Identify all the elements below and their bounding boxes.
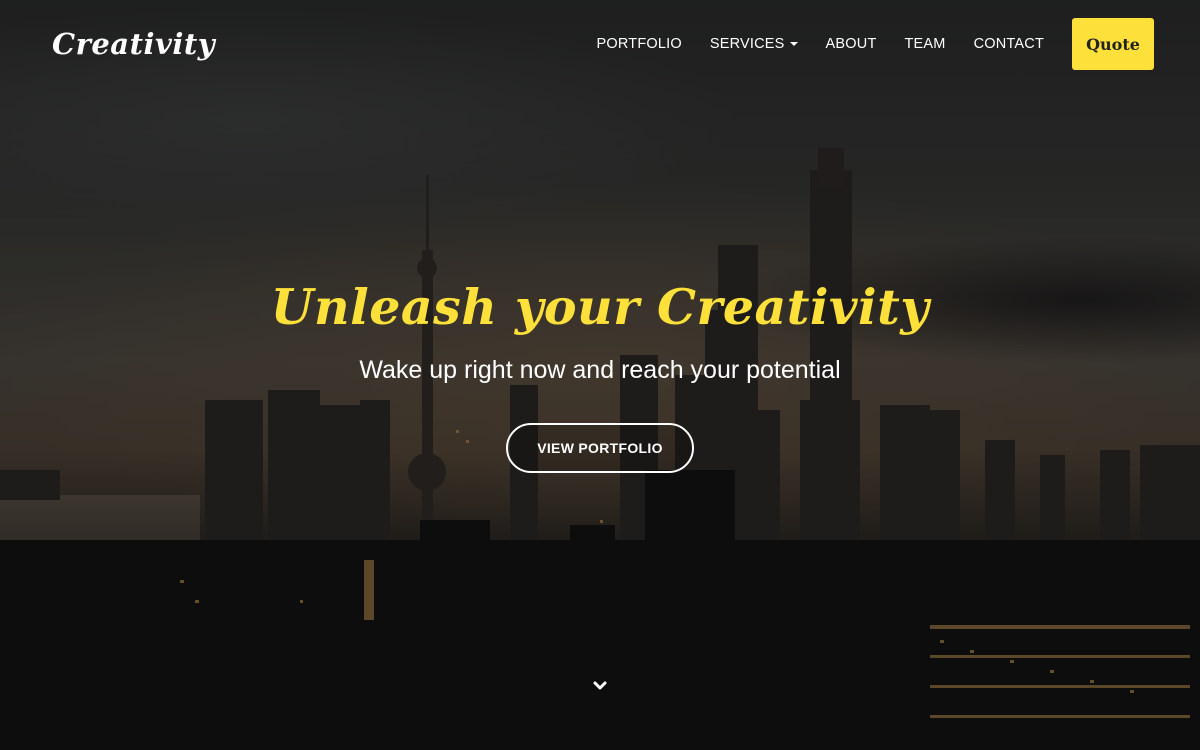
nav-link-about-label: ABOUT <box>825 36 877 52</box>
top-navbar: Creativity PORTFOLIO SERVICES ABOUT TEAM… <box>0 0 1200 88</box>
nav-link-team[interactable]: TEAM <box>905 36 946 52</box>
chevron-down-icon[interactable] <box>590 676 610 696</box>
hero-headline: Unleash your Creativity <box>270 278 930 336</box>
nav-link-contact[interactable]: CONTACT <box>974 36 1044 52</box>
nav-link-portfolio-label: PORTFOLIO <box>596 36 682 52</box>
nav-link-portfolio[interactable]: PORTFOLIO <box>597 36 682 52</box>
quote-button[interactable]: Quote <box>1072 18 1154 70</box>
caret-down-icon <box>789 42 798 46</box>
nav-link-services-label: SERVICES <box>709 36 785 52</box>
hero-section: Creativity PORTFOLIO SERVICES ABOUT TEAM… <box>0 0 1200 750</box>
hero-tagline: Wake up right now and reach your potenti… <box>359 356 841 384</box>
view-portfolio-button[interactable]: VIEW PORTFOLIO <box>506 423 694 473</box>
nav-menu: PORTFOLIO SERVICES ABOUT TEAM CONTACT Qu… <box>569 18 1154 70</box>
brand-logo[interactable]: Creativity <box>52 27 215 61</box>
nav-link-about[interactable]: ABOUT <box>826 36 877 52</box>
nav-link-team-label: TEAM <box>904 36 946 52</box>
hero-content: Unleash your Creativity Wake up right no… <box>0 272 1200 473</box>
nav-link-contact-label: CONTACT <box>973 36 1044 52</box>
nav-link-services[interactable]: SERVICES <box>710 36 798 52</box>
